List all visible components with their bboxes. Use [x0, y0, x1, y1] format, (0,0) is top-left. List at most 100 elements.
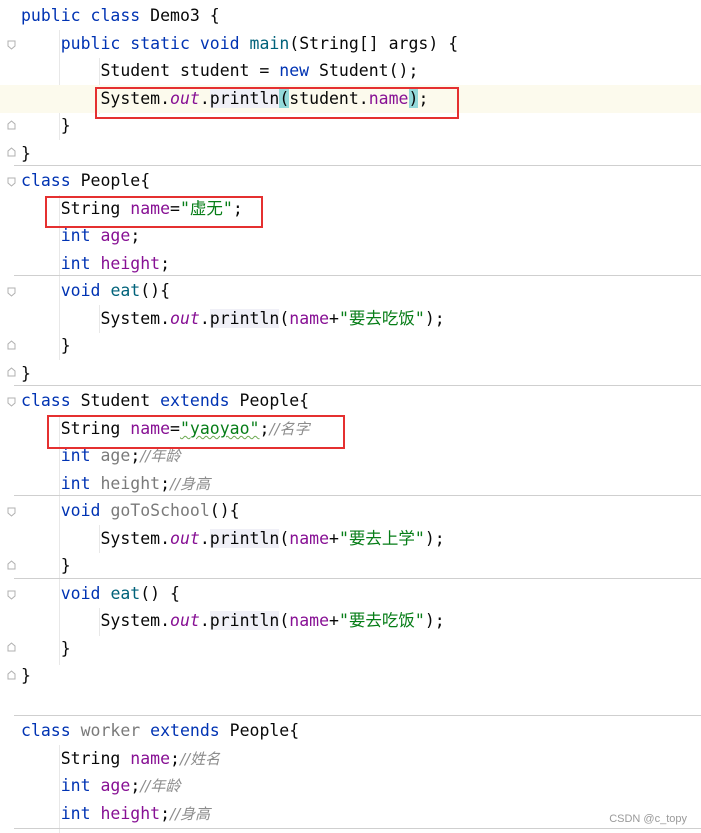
method-separator: [14, 828, 701, 829]
code-line-1[interactable]: public class Demo3 {: [0, 2, 701, 30]
code-line-21[interactable]: }: [0, 552, 701, 580]
method-separator: [14, 275, 701, 276]
field-height: height: [100, 254, 161, 273]
field-height: height: [100, 804, 161, 823]
superclass-people: People{: [219, 721, 300, 740]
method-println: println: [209, 309, 280, 328]
annotation-box-student-name: [47, 415, 345, 449]
class-name-student: Student: [70, 391, 161, 410]
semicolon: ;: [160, 474, 171, 493]
code-line-22[interactable]: void eat() {: [0, 580, 701, 608]
fold-open-icon[interactable]: [7, 287, 16, 297]
paren-open: (: [279, 529, 290, 548]
field-name: name: [130, 749, 171, 768]
code-line-23[interactable]: System.out.println(name+"要去吃饭");: [0, 607, 701, 635]
keyword-int: int: [60, 474, 91, 493]
statement-end: );: [424, 529, 445, 548]
watermark: CSDN @c_topy: [609, 813, 687, 825]
semicolon: ;: [130, 226, 141, 245]
keyword-int: int: [60, 804, 91, 823]
fold-close-icon[interactable]: [7, 367, 16, 377]
fold-open-icon[interactable]: [7, 507, 16, 517]
code-line-11[interactable]: void eat(){: [0, 277, 701, 305]
brace-close: }: [60, 116, 71, 135]
semicolon: ;: [130, 776, 141, 795]
paren-open: (: [279, 309, 290, 328]
code-line-14[interactable]: }: [0, 360, 701, 388]
keyword-void: void: [199, 34, 240, 53]
method-eat: eat: [110, 584, 141, 603]
method-separator: [14, 495, 701, 496]
code-line-27[interactable]: class worker extends People{: [0, 717, 701, 745]
fold-open-icon[interactable]: [7, 40, 16, 50]
method-println: println: [209, 529, 280, 548]
code-line-19[interactable]: void goToSchool(){: [0, 497, 701, 525]
comment: //身高: [170, 475, 211, 493]
out-field: out: [170, 611, 200, 630]
code-line-25[interactable]: }: [0, 662, 701, 690]
type-string: String: [60, 749, 131, 768]
fold-close-icon[interactable]: [7, 147, 16, 157]
keyword-void: void: [60, 584, 101, 603]
paren-open: (: [279, 611, 290, 630]
brace-close: }: [21, 666, 31, 685]
system-ref: System.: [100, 611, 171, 630]
code-line-29[interactable]: int age;//年龄: [0, 772, 701, 800]
code-line-7[interactable]: class People{: [0, 167, 701, 195]
code-line-3[interactable]: Student student = new Student();: [0, 57, 701, 85]
method-gotoschool: goToSchool: [110, 501, 210, 520]
fold-close-icon[interactable]: [7, 120, 16, 130]
keyword-class: class: [90, 6, 141, 25]
system-ref: System.: [100, 309, 171, 328]
fold-open-icon[interactable]: [7, 397, 16, 407]
code-line-20[interactable]: System.out.println(name+"要去上学");: [0, 525, 701, 553]
method-eat: eat: [110, 281, 141, 300]
brace-close: }: [60, 639, 71, 658]
system-ref: System.: [100, 529, 171, 548]
code-line-10[interactable]: int height;: [0, 250, 701, 278]
field-name: name: [289, 309, 330, 328]
string-literal: "要去吃饭": [338, 611, 425, 630]
code-line-2[interactable]: public static void main(String[] args) {: [0, 30, 701, 58]
keyword-int: int: [60, 254, 91, 273]
comment: //年龄: [140, 777, 181, 795]
brace-close: }: [21, 144, 31, 163]
field-name: name: [289, 529, 330, 548]
field-age: age: [100, 226, 131, 245]
out-field: out: [170, 529, 200, 548]
keyword-public: public: [60, 34, 121, 53]
fold-close-icon[interactable]: [7, 642, 16, 652]
fold-open-icon[interactable]: [7, 590, 16, 600]
plus: +: [329, 611, 339, 630]
field-age: age: [100, 776, 131, 795]
fold-open-icon[interactable]: [7, 177, 16, 187]
class-decl-people: People{: [70, 171, 151, 190]
code-line-12[interactable]: System.out.println(name+"要去吃饭");: [0, 305, 701, 333]
field-height: height: [100, 474, 161, 493]
semicolon: ;: [170, 749, 180, 768]
code-line-30[interactable]: int height;//身高: [0, 800, 701, 828]
student-decl: Student student =: [100, 61, 280, 80]
annotation-box-people-name: [45, 196, 263, 228]
code-line-6[interactable]: }: [0, 140, 701, 168]
method-parens: () {: [140, 584, 180, 603]
string-literal: "要去上学": [338, 529, 425, 548]
dot: .: [199, 309, 210, 328]
method-separator: [14, 715, 701, 716]
code-line-18[interactable]: int height;//身高: [0, 470, 701, 498]
keyword-void: void: [60, 281, 101, 300]
fold-close-icon[interactable]: [7, 560, 16, 570]
main-args: (String[] args) {: [289, 34, 459, 53]
field-name: name: [289, 611, 330, 630]
code-line-24[interactable]: }: [0, 635, 701, 663]
keyword-int: int: [60, 226, 91, 245]
fold-close-icon[interactable]: [7, 340, 16, 350]
comment: //身高: [170, 805, 211, 823]
code-editor[interactable]: public class Demo3 { public static void …: [0, 0, 701, 833]
keyword-static: static: [130, 34, 190, 53]
keyword-class: class: [21, 721, 71, 740]
code-line-28[interactable]: String name;//姓名: [0, 745, 701, 773]
code-line-15[interactable]: class Student extends People{: [0, 387, 701, 415]
code-line-13[interactable]: }: [0, 332, 701, 360]
fold-close-icon[interactable]: [7, 670, 16, 680]
